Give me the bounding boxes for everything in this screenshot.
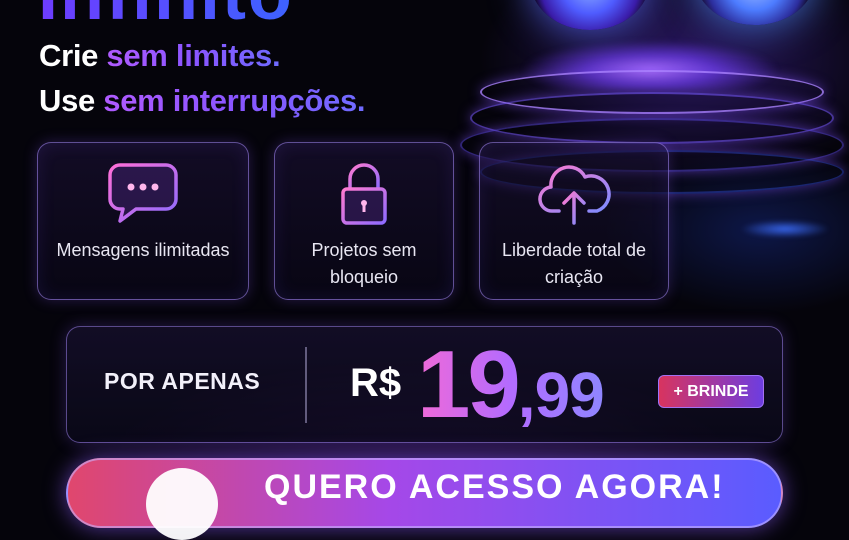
price-cents: ,99 — [517, 359, 604, 431]
lock-icon — [341, 163, 387, 225]
feature-card-messages: Mensagens ilimitadas — [37, 142, 249, 300]
chat-bubble-icon — [108, 163, 178, 223]
tagline-line-1: Crie sem limites. — [39, 38, 281, 74]
glowing-orb-right — [695, 0, 815, 25]
price-whole: 19 — [417, 331, 518, 438]
feature-label: Mensagens ilimitadas — [56, 240, 230, 260]
divider — [305, 347, 307, 423]
cloud-upload-icon — [538, 165, 611, 225]
cta-button[interactable]: QUERO ACESSO AGORA! — [66, 458, 783, 540]
feature-label: Projetos sem bloqueio — [311, 240, 417, 287]
tagline-line-2: Use sem interrupções. — [39, 83, 366, 119]
light-spark — [740, 220, 830, 238]
glowing-orb-left — [530, 0, 650, 30]
tagline-highlight: sem limites. — [106, 38, 281, 73]
price-currency: R$ — [350, 361, 402, 405]
tagline-prefix: Crie — [39, 38, 107, 73]
price-amount: 19,99 — [417, 330, 604, 450]
tagline-highlight: sem interrupções. — [103, 83, 366, 118]
tagline-prefix: Use — [39, 83, 104, 118]
price-prefix: POR APENAS — [104, 368, 261, 394]
bonus-badge: + BRINDE — [658, 375, 764, 408]
cta-label: QUERO ACESSO AGORA! — [264, 468, 725, 506]
feature-label: Liberdade total de criação — [501, 240, 647, 287]
brand-title: Infinito — [38, 0, 294, 36]
price-panel: POR APENAS R$ 19,99 + BRINDE — [66, 326, 783, 443]
cta-icon — [146, 468, 218, 540]
feature-card-freedom: Liberdade total de criação — [479, 142, 669, 300]
feature-card-projects: Projetos sem bloqueio — [274, 142, 454, 300]
